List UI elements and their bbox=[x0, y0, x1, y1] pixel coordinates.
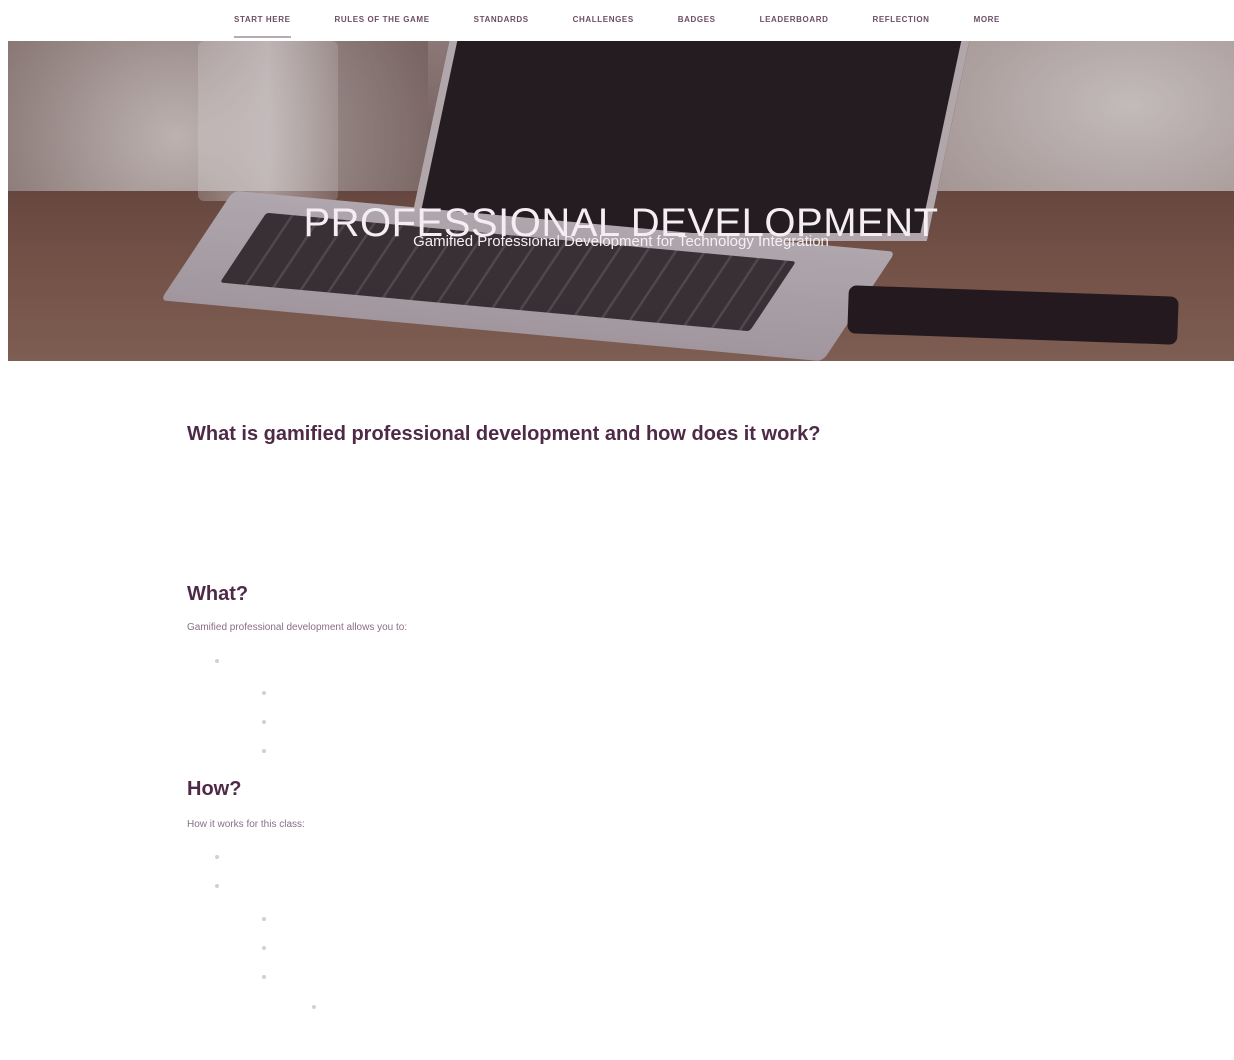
bullet-icon bbox=[215, 855, 219, 860]
top-navigation: Start Here Rules of the Game Standards C… bbox=[0, 0, 1234, 40]
list-item bbox=[262, 746, 280, 757]
bullet-icon bbox=[262, 691, 266, 696]
nav-item-standards[interactable]: Standards bbox=[452, 0, 551, 40]
bullet-icon bbox=[215, 659, 219, 664]
nav-item-challenges[interactable]: Challenges bbox=[551, 0, 656, 40]
bullet-icon bbox=[215, 884, 219, 889]
list-item bbox=[262, 688, 280, 699]
list-item bbox=[262, 914, 280, 925]
list-item bbox=[262, 972, 280, 983]
nav-item-more[interactable]: More bbox=[952, 0, 1022, 40]
nav-item-start-here[interactable]: Start Here bbox=[212, 0, 313, 40]
hero-banner: PROFESSIONAL DEVELOPMENT Gamified Profes… bbox=[8, 41, 1234, 361]
nav-item-rules-of-the-game[interactable]: Rules of the Game bbox=[313, 0, 452, 40]
nav-item-leaderboard[interactable]: Leaderboard bbox=[738, 0, 851, 40]
section-heading-how: How? bbox=[187, 778, 242, 800]
bullet-icon bbox=[262, 975, 266, 980]
bullet-icon bbox=[262, 917, 266, 922]
nav-item-badges[interactable]: Badges bbox=[656, 0, 738, 40]
list-item bbox=[262, 943, 280, 954]
bullet-icon bbox=[262, 946, 266, 951]
list-item bbox=[312, 1002, 330, 1013]
list-item bbox=[215, 656, 233, 667]
section-heading-main: What is gamified professional developmen… bbox=[187, 423, 821, 445]
what-lead-text: Gamified professional development allows… bbox=[187, 622, 408, 633]
bullet-icon bbox=[262, 749, 266, 754]
hero-subtitle: Gamified Professional Development for Te… bbox=[413, 233, 829, 250]
list-item bbox=[262, 717, 280, 728]
section-heading-what: What? bbox=[187, 583, 249, 605]
nav-item-reflection[interactable]: Reflection bbox=[850, 0, 951, 40]
list-item bbox=[215, 852, 233, 863]
bullet-icon bbox=[312, 1005, 316, 1010]
main-content: What is gamified professional developmen… bbox=[187, 420, 1067, 1010]
list-item bbox=[215, 881, 233, 892]
bullet-icon bbox=[262, 720, 266, 725]
how-lead-text: How it works for this class: bbox=[187, 819, 305, 830]
